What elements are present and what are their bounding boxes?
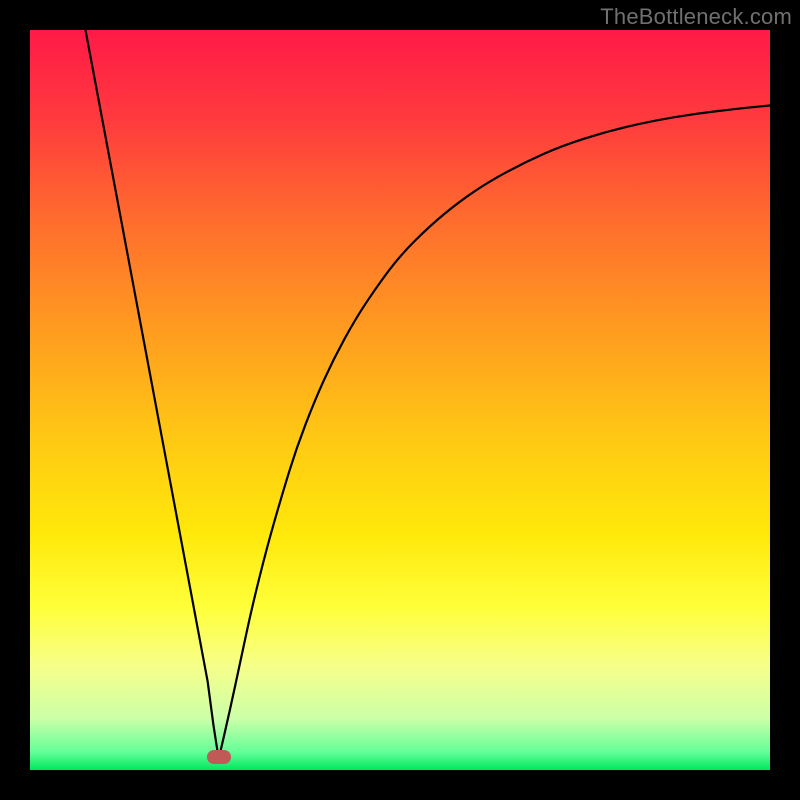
curve-layer: [30, 30, 770, 770]
plot-area: [30, 30, 770, 770]
chart-frame: TheBottleneck.com: [0, 0, 800, 800]
optimal-point-marker: [207, 750, 231, 764]
watermark-text: TheBottleneck.com: [600, 4, 792, 30]
bottleneck-curve: [86, 30, 771, 759]
